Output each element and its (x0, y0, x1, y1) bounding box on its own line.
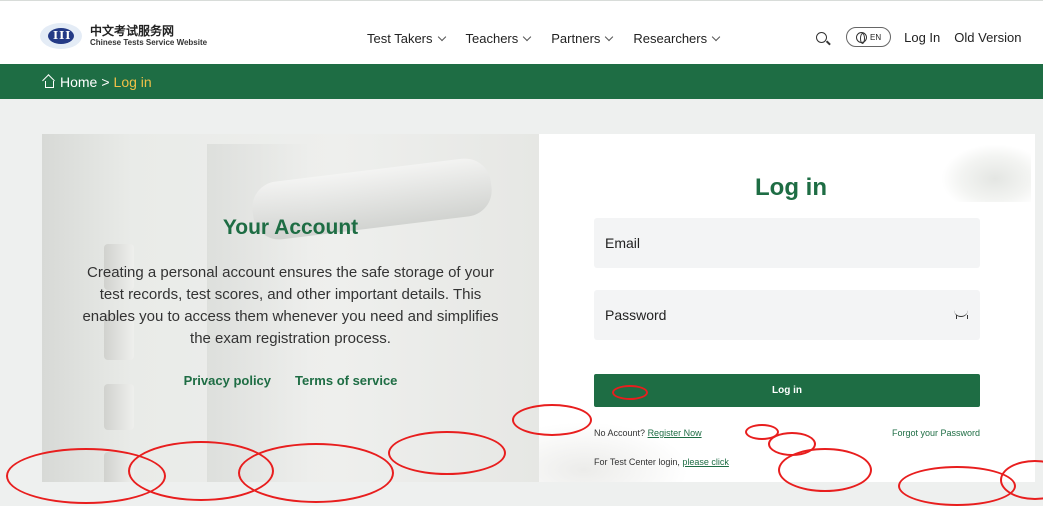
nav-test-takers[interactable]: Test Takers (367, 31, 446, 46)
logo-chinese-title: 中文考试服务网 (90, 23, 175, 38)
account-title: Your Account (222, 216, 359, 239)
test-center-text: For Test Center login, (594, 457, 680, 467)
breadcrumb: Home > Log in (0, 64, 1043, 99)
logo-english-title: Chinese Tests Service Website (90, 38, 208, 48)
login-form-title: Log in (755, 174, 827, 201)
language-label: EN (870, 32, 882, 42)
site-logo[interactable]: 中文考试服务网 Chinese Tests Service Website (40, 23, 207, 49)
privacy-policy-link[interactable]: Privacy policy (184, 373, 271, 388)
search-icon[interactable] (816, 31, 827, 43)
globe-icon (856, 31, 867, 44)
account-info-panel: Your Account Creating a personal account… (42, 134, 539, 482)
lock-bolt-decoration (104, 452, 134, 482)
test-center-login-link[interactable]: please click (682, 457, 729, 467)
header-tools: EN Log In Old Version (816, 27, 1021, 47)
language-switcher[interactable]: EN (846, 27, 892, 47)
chevron-down-icon (711, 32, 721, 42)
email-field[interactable] (594, 218, 980, 268)
nav-teachers[interactable]: Teachers (466, 31, 532, 46)
account-description: Creating a personal account ensures the … (82, 264, 499, 347)
forgot-password-link[interactable]: Forgot your Password (892, 428, 980, 438)
no-account-text: No Account? (594, 428, 646, 438)
breadcrumb-current: Log in (113, 73, 152, 90)
breadcrumb-separator: > (101, 73, 110, 90)
main-nav: Test Takers Teachers Partners Researcher… (367, 31, 721, 46)
nav-researchers[interactable]: Researchers (633, 31, 721, 46)
nav-partners[interactable]: Partners (551, 31, 614, 46)
login-form-panel: Log in Log in No Account? Register Now F… (539, 134, 1035, 482)
logo-emblem-icon (40, 23, 82, 49)
login-button[interactable]: Log in (594, 374, 980, 407)
email-input[interactable] (605, 235, 980, 251)
chevron-down-icon (437, 32, 446, 42)
register-now-link[interactable]: Register Now (648, 428, 702, 438)
chevron-down-icon (523, 32, 532, 42)
lock-bolt-decoration (104, 384, 134, 430)
chevron-down-icon (605, 32, 614, 42)
header-login-link[interactable]: Log In (904, 30, 940, 45)
breadcrumb-home[interactable]: Home (60, 74, 97, 90)
old-version-link[interactable]: Old Version (954, 30, 1021, 45)
terms-of-service-link[interactable]: Terms of service (295, 373, 397, 388)
home-icon[interactable] (42, 76, 55, 88)
eye-closed-icon[interactable] (954, 310, 968, 319)
password-field[interactable] (594, 290, 980, 340)
top-navigation-bar: 中文考试服务网 Chinese Tests Service Website Te… (0, 0, 1043, 64)
password-input[interactable] (605, 307, 980, 323)
